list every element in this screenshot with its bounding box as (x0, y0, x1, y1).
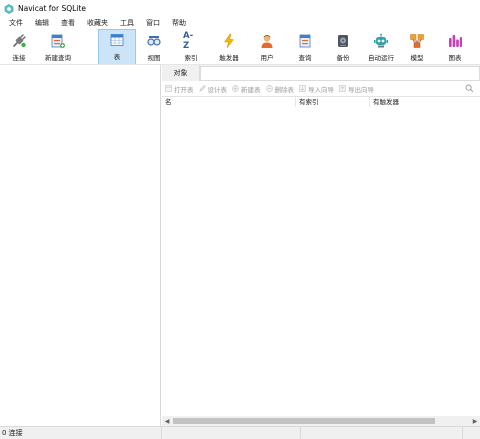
import-icon (299, 85, 306, 92)
index-az-icon: A-Z (183, 31, 199, 51)
scroll-right-icon[interactable]: ▶ (470, 416, 480, 426)
backup-button[interactable]: 备份 (328, 29, 358, 65)
backup-drive-icon (335, 33, 351, 49)
new-table-label: 新建表 (241, 85, 261, 94)
status-divider (300, 427, 301, 439)
table-icon (109, 32, 125, 48)
view-button[interactable]: 视图 (138, 29, 170, 65)
automation-label: 自动运行 (368, 54, 394, 62)
status-bar: 0 连接 (0, 426, 480, 439)
table-label: 表 (113, 53, 121, 61)
trigger-label: 触发器 (219, 54, 239, 62)
view-label: 视图 (147, 54, 161, 62)
glasses-icon (146, 33, 162, 49)
chart-button[interactable]: 图表 (440, 29, 470, 65)
scroll-left-icon[interactable]: ◀ (162, 416, 172, 426)
connect-button[interactable]: 连接 (4, 29, 34, 65)
main-toolbar: 连接 新建查询 表 视图 A-Z 索引 触发器 用户 查询 备份 自动运行 模型… (0, 29, 480, 65)
navicat-logo-icon (4, 3, 14, 14)
objects-table-header: 名 有索引 有触发器 (162, 97, 480, 107)
window-title: Navicat for SQLite (18, 4, 86, 13)
connection-count: 0 连接 (2, 429, 23, 437)
objects-tab-area (200, 66, 480, 81)
model-label: 模型 (410, 54, 424, 62)
chart-label: 图表 (448, 54, 462, 62)
menu-bar: 文件 编辑 查看 收藏夹 工具 窗口 帮助 (0, 17, 480, 29)
model-button[interactable]: 模型 (402, 29, 432, 65)
open-table-button[interactable]: 打开表 (165, 84, 194, 94)
menu-view[interactable]: 查看 (55, 18, 81, 28)
scrollbar-thumb[interactable] (173, 418, 435, 424)
menu-edit[interactable]: 编辑 (29, 18, 55, 28)
user-label: 用户 (260, 54, 274, 62)
plug-icon (11, 33, 27, 49)
column-header-has-trigger[interactable]: 有触发器 (370, 97, 480, 107)
search-icon[interactable] (465, 84, 474, 93)
export-wizard-label: 导出向导 (348, 85, 374, 94)
add-icon (232, 85, 239, 92)
design-table-label: 设计表 (207, 85, 228, 94)
menu-favorites[interactable]: 收藏夹 (81, 18, 114, 28)
objects-tab-bar: 对象 (162, 65, 480, 81)
menu-file[interactable]: 文件 (3, 18, 29, 28)
column-header-has-index[interactable]: 有索引 (296, 97, 370, 107)
index-icon-text: A-Z (183, 31, 194, 51)
model-icon (409, 33, 425, 49)
robot-icon (373, 33, 389, 49)
status-divider (161, 427, 162, 439)
menu-tools[interactable]: 工具 (114, 18, 140, 28)
pencil-icon (199, 85, 206, 92)
title-bar: Navicat for SQLite (0, 0, 480, 17)
new-query-icon (50, 33, 66, 49)
horizontal-scrollbar[interactable]: ◀ ▶ (162, 416, 480, 426)
user-icon (259, 33, 275, 49)
objects-toolbar: 打开表 设计表 新建表 删除表 导入向导 导出向导 (162, 81, 480, 96)
connection-tree-pane[interactable] (0, 65, 161, 426)
query-icon (297, 33, 313, 49)
new-query-button[interactable]: 新建查询 (40, 29, 76, 65)
export-wizard-button[interactable]: 导出向导 (339, 84, 374, 94)
export-icon (339, 85, 346, 92)
status-divider (462, 427, 463, 439)
design-table-button[interactable]: 设计表 (199, 84, 228, 94)
menu-window[interactable]: 窗口 (140, 18, 166, 28)
lightning-icon (221, 33, 237, 49)
table-button[interactable]: 表 (98, 29, 136, 65)
objects-tab[interactable]: 对象 (162, 65, 200, 81)
chart-icon (447, 33, 463, 49)
open-table-label: 打开表 (174, 85, 194, 94)
query-label: 查询 (298, 54, 312, 62)
index-button[interactable]: A-Z 索引 (176, 29, 206, 65)
remove-icon (265, 85, 273, 92)
backup-label: 备份 (336, 54, 350, 62)
objects-pane: 对象 打开表 设计表 新建表 删除表 导入向导 导出向导 名 有索引 有触发器 … (162, 65, 480, 426)
query-button[interactable]: 查询 (290, 29, 320, 65)
user-button[interactable]: 用户 (252, 29, 282, 65)
index-label: 索引 (184, 54, 198, 62)
delete-table-label: 删除表 (274, 85, 295, 94)
menu-help[interactable]: 帮助 (166, 18, 192, 28)
automation-button[interactable]: 自动运行 (364, 29, 398, 65)
import-wizard-button[interactable]: 导入向导 (299, 84, 334, 94)
import-wizard-label: 导入向导 (308, 85, 334, 94)
connect-label: 连接 (12, 54, 26, 62)
open-table-icon (165, 85, 172, 92)
new-query-label: 新建查询 (45, 54, 71, 62)
delete-table-button[interactable]: 删除表 (265, 84, 295, 94)
column-header-name[interactable]: 名 (162, 97, 296, 107)
new-table-button[interactable]: 新建表 (232, 84, 261, 94)
trigger-button[interactable]: 触发器 (214, 29, 244, 65)
